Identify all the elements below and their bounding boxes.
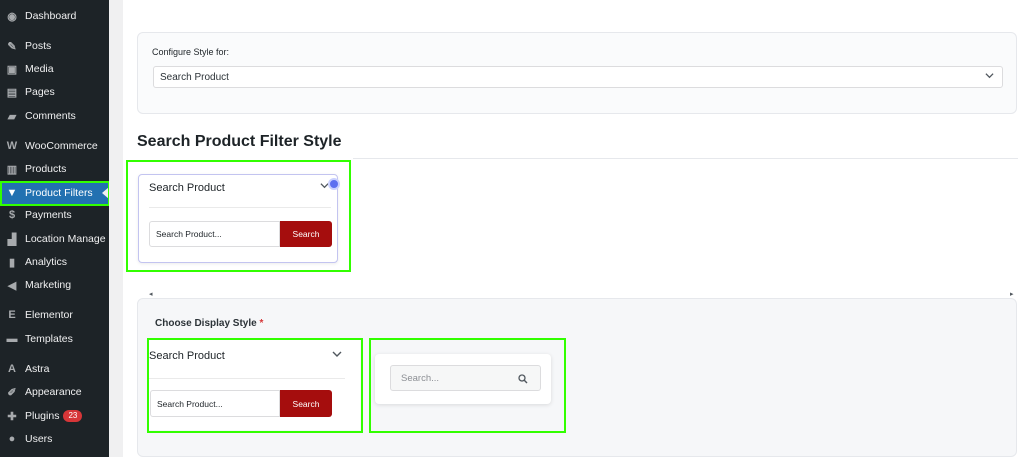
update-count-badge: 23 bbox=[63, 410, 83, 422]
settings-panel: Configure Style for: Search Product Sear… bbox=[123, 0, 1024, 457]
sidebar-item-comments[interactable]: ▰ Comments bbox=[0, 105, 109, 127]
sidebar-item-users[interactable]: ● Users bbox=[0, 428, 109, 450]
payments-icon: $ bbox=[8, 209, 16, 221]
sidebar-item-label: Pages bbox=[25, 86, 55, 98]
choose-display-style-label: Choose Display Style * bbox=[155, 318, 263, 329]
astra-icon: A bbox=[8, 363, 16, 375]
sidebar-item-woocommerce[interactable]: W WooCommerce bbox=[0, 135, 109, 157]
sidebar-item-templates[interactable]: ▬ Templates bbox=[0, 328, 109, 350]
admin-sidebar: ◉ Dashboard ✎ Posts ▣ Media ▤ Pages ▰ Co… bbox=[0, 0, 110, 457]
configure-style-select[interactable]: Search Product bbox=[153, 66, 1003, 88]
comments-icon: ▰ bbox=[7, 110, 17, 123]
woocommerce-icon: W bbox=[6, 140, 18, 152]
highlight-frame bbox=[147, 338, 363, 433]
sidebar-item-label: Templates bbox=[25, 333, 73, 345]
sidebar-item-astra[interactable]: A Astra bbox=[0, 358, 109, 380]
sidebar-item-payments[interactable]: $ Payments bbox=[0, 204, 109, 226]
sidebar-item-label: Elementor bbox=[25, 309, 73, 321]
sidebar-item-label: Appearance bbox=[25, 386, 82, 398]
choose-label-text: Choose Display Style bbox=[155, 318, 257, 329]
sidebar-item-products[interactable]: ▥ Products bbox=[0, 158, 109, 180]
sidebar-item-label: Plugins bbox=[25, 410, 60, 422]
search-button-label: Search bbox=[292, 229, 320, 239]
sidebar-item-pages[interactable]: ▤ Pages bbox=[0, 81, 109, 103]
sidebar-item-label: Dashboard bbox=[25, 10, 77, 22]
title-divider bbox=[353, 158, 1018, 159]
configure-style-value: Search Product bbox=[160, 71, 229, 83]
sidebar-item-analytics[interactable]: ▮ Analytics bbox=[0, 251, 109, 273]
location-icon: ▟ bbox=[7, 233, 17, 246]
configure-style-box: Configure Style for: Search Product bbox=[137, 32, 1017, 114]
sidebar-item-dashboard[interactable]: ◉ Dashboard bbox=[0, 5, 109, 27]
selected-radio-icon[interactable] bbox=[328, 178, 340, 190]
pin-icon: ✎ bbox=[7, 40, 17, 53]
preview-search-input[interactable]: Search Product... bbox=[149, 221, 280, 247]
sidebar-item-label: Posts bbox=[25, 40, 52, 52]
sidebar-item-label: Location Manage bbox=[25, 233, 106, 245]
elementor-icon: E bbox=[8, 309, 16, 321]
sidebar-item-label: Products bbox=[25, 163, 67, 175]
scroll-right-arrow-icon[interactable]: ▸ bbox=[1010, 290, 1014, 298]
sidebar-item-label: Analytics bbox=[25, 256, 68, 268]
plugins-icon: ✚ bbox=[7, 410, 17, 423]
choose-display-style-box: Choose Display Style * Search Product Se… bbox=[137, 298, 1017, 457]
configure-style-label: Configure Style for: bbox=[152, 47, 230, 57]
sidebar-item-marketing[interactable]: ◀ Marketing bbox=[0, 274, 109, 296]
sidebar-item-posts[interactable]: ✎ Posts bbox=[0, 35, 109, 57]
analytics-icon: ▮ bbox=[8, 256, 16, 269]
sidebar-item-media[interactable]: ▣ Media bbox=[0, 58, 109, 80]
templates-icon: ▬ bbox=[6, 333, 18, 345]
scroll-left-arrow-icon[interactable]: ◂ bbox=[149, 290, 153, 298]
sidebar-item-label: Astra bbox=[25, 363, 50, 375]
main-area: Configure Style for: Search Product Sear… bbox=[109, 0, 1024, 457]
sidebar-item-label: Users bbox=[25, 433, 53, 445]
preview-title: Search Product bbox=[149, 182, 225, 194]
appearance-icon: ✐ bbox=[7, 386, 17, 399]
sidebar-item-label: WooCommerce bbox=[25, 140, 98, 152]
sidebar-item-label: Comments bbox=[25, 110, 76, 122]
sidebar-item-elementor[interactable]: E Elementor bbox=[0, 304, 109, 326]
style-preview-card[interactable]: Search Product Search Product... Search bbox=[138, 174, 340, 263]
marketing-icon: ◀ bbox=[7, 279, 17, 292]
preview-search-button[interactable]: Search bbox=[280, 221, 332, 247]
required-mark: * bbox=[259, 318, 264, 329]
highlight-frame bbox=[0, 181, 110, 206]
pages-icon: ▤ bbox=[6, 86, 18, 99]
sidebar-item-location-manage[interactable]: ▟ Location Manage bbox=[0, 228, 109, 250]
sidebar-item-appearance[interactable]: ✐ Appearance bbox=[0, 381, 109, 403]
users-icon: ● bbox=[8, 433, 16, 445]
preview-search-value: Search Product... bbox=[156, 229, 222, 239]
sidebar-item-plugins[interactable]: ✚ Plugins 23 bbox=[0, 405, 109, 427]
highlight-frame bbox=[369, 338, 566, 433]
sidebar-item-label: Media bbox=[25, 63, 54, 75]
chevron-down-icon bbox=[985, 71, 994, 82]
card-divider bbox=[149, 207, 331, 208]
page-title: Search Product Filter Style bbox=[137, 133, 342, 150]
products-icon: ▥ bbox=[6, 163, 18, 176]
sidebar-item-label: Marketing bbox=[25, 279, 72, 291]
media-icon: ▣ bbox=[6, 63, 18, 76]
dashboard-icon: ◉ bbox=[7, 10, 17, 23]
sidebar-item-label: Payments bbox=[25, 209, 72, 221]
